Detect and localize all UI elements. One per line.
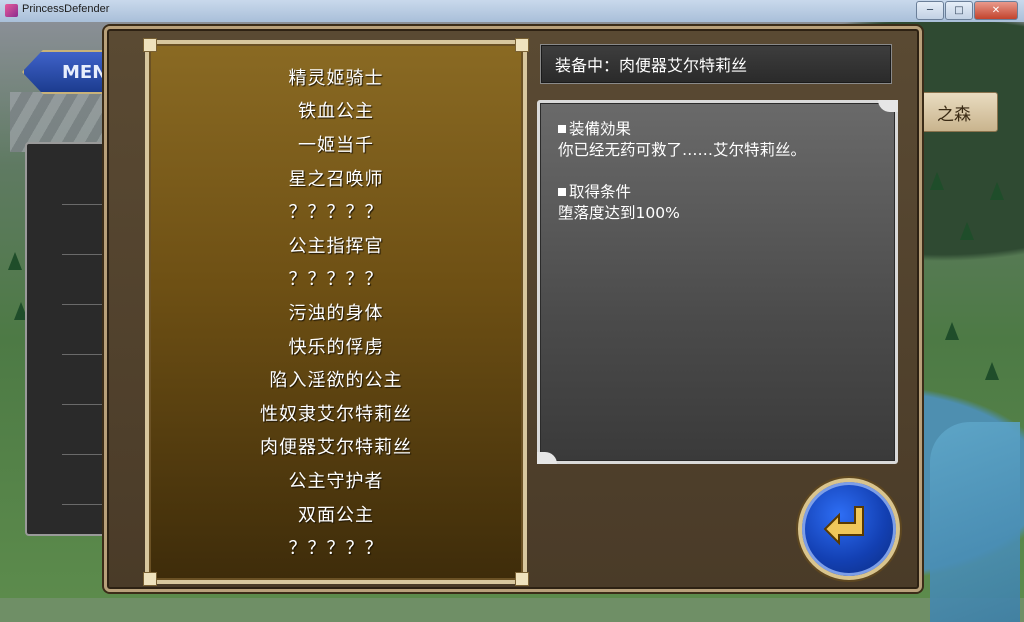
window-titlebar: PrincessDefender ─ □ ✕ [0, 0, 1024, 23]
title-item[interactable]: 肉便器艾尔特莉丝 [149, 430, 523, 464]
return-arrow-icon [823, 506, 864, 546]
frame-corner [143, 38, 157, 52]
return-button[interactable] [798, 478, 900, 580]
title-item[interactable]: 快乐的俘虏 [149, 329, 523, 363]
close-button[interactable]: ✕ [974, 1, 1018, 20]
title-item[interactable]: ？？？？？ [149, 262, 523, 296]
tree-icon [990, 182, 1004, 200]
tree-icon [8, 252, 22, 270]
frame-corner [143, 572, 157, 586]
minimize-button[interactable]: ─ [916, 1, 944, 20]
description-panel: 装備効果 你已经无药可救了……艾尔特莉丝。 取得条件 堕落度达到100% [537, 100, 898, 464]
window-controls: ─ □ ✕ [916, 1, 1018, 20]
window-title: PrincessDefender [22, 3, 110, 15]
frame-corner [515, 38, 529, 52]
frame-corner [537, 452, 557, 464]
title-item[interactable]: 污浊的身体 [149, 295, 523, 329]
title-list-panel: 精灵姬骑士 铁血公主 一姬当千 星之召唤师 ？？？？？ 公主指挥官 ？？？？？ … [143, 38, 529, 586]
condition-heading: 取得条件 [569, 183, 632, 201]
title-item[interactable]: 精灵姬骑士 [149, 60, 523, 94]
effect-text: 你已经无药可救了……艾尔特莉丝。 [558, 141, 807, 159]
title-item[interactable]: 公主指挥官 [149, 228, 523, 262]
frame-corner [515, 572, 529, 586]
tree-icon [985, 362, 999, 380]
effect-heading: 装備効果 [569, 120, 632, 138]
title-item[interactable]: 陷入淫欲的公主 [149, 362, 523, 396]
tree-icon [960, 222, 974, 240]
equipped-label: 装备中：肉便器艾尔特莉丝 [555, 56, 748, 75]
title-item[interactable]: ？？？？？ [149, 530, 523, 564]
title-item[interactable]: 双面公主 [149, 497, 523, 531]
title-item[interactable]: 公主守护者 [149, 463, 523, 497]
title-items: 精灵姬骑士 铁血公主 一姬当千 星之召唤师 ？？？？？ 公主指挥官 ？？？？？ … [149, 60, 523, 564]
title-item[interactable]: 星之召唤师 [149, 161, 523, 195]
equipped-title-header: 装备中：肉便器艾尔特莉丝 [540, 44, 892, 84]
tree-icon [945, 322, 959, 340]
bullet-square-icon [558, 125, 566, 133]
app-icon [5, 4, 18, 17]
title-item[interactable]: 性奴隶艾尔特莉丝 [149, 396, 523, 430]
condition-text: 堕落度达到100% [558, 204, 680, 222]
title-item[interactable]: ？？？？？ [149, 194, 523, 228]
river-decoration [930, 422, 1020, 622]
description-text: 装備効果 你已经无药可救了……艾尔特莉丝。 取得条件 堕落度达到100% [558, 119, 806, 224]
location-sign: 之森 [910, 92, 998, 132]
title-item[interactable]: 铁血公主 [149, 94, 523, 128]
tree-icon [930, 172, 944, 190]
bullet-square-icon [558, 188, 566, 196]
title-item[interactable]: 一姬当千 [149, 127, 523, 161]
maximize-button[interactable]: □ [945, 1, 973, 20]
frame-corner [878, 100, 898, 112]
